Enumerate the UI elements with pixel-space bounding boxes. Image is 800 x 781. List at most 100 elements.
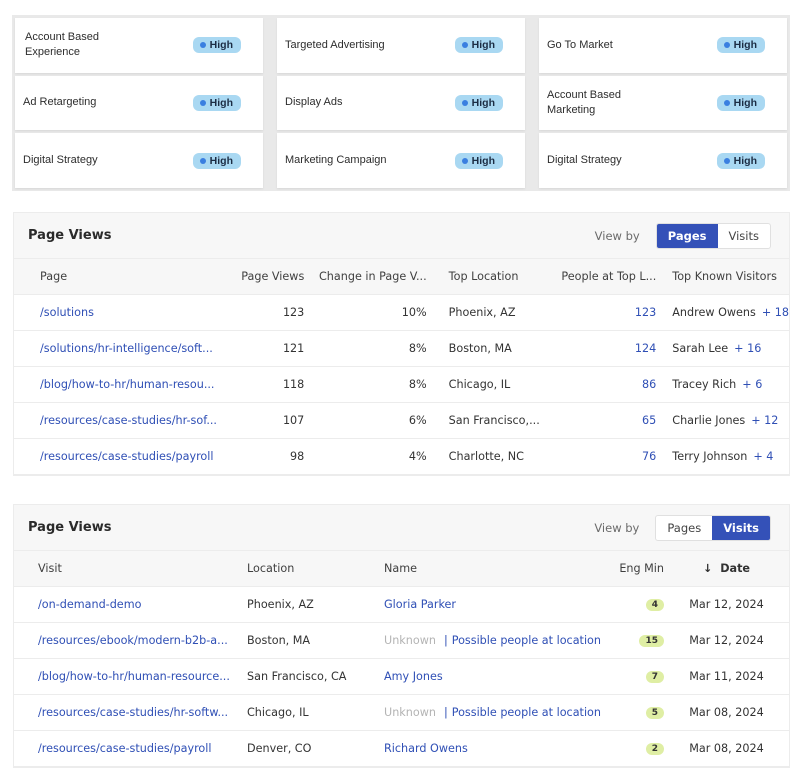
col-change[interactable]: Change in Page V... xyxy=(304,259,431,295)
people-count-link[interactable]: 76 xyxy=(642,450,656,463)
tag-card[interactable]: Digital Strategy High xyxy=(15,133,263,188)
tag-card[interactable]: Account Based Experience High xyxy=(15,18,263,73)
person-name-link[interactable]: Amy Jones xyxy=(384,670,443,683)
col-page-views[interactable]: Page Views xyxy=(216,259,305,295)
col-date-label: Date xyxy=(720,561,751,575)
separator: | xyxy=(443,633,448,647)
tag-card[interactable]: Account Based Marketing High xyxy=(539,75,787,131)
table-row[interactable]: /resources/case-studies/hr-sof... 107 6% Sa… xyxy=(14,402,789,439)
tag-label: Marketing Campaign xyxy=(285,154,387,167)
change-value: 8% xyxy=(304,366,431,403)
table-row[interactable]: /resources/case-studies/hr-softw... Chica… xyxy=(14,694,789,731)
panel-header: Page Views View by Pages Visits xyxy=(14,505,789,551)
panel-title: Page Views xyxy=(28,228,112,243)
eng-min-badge: 5 xyxy=(645,707,664,719)
view-visits-button[interactable]: Visits xyxy=(712,515,770,540)
page-link[interactable]: /solutions/hr-intelligence/soft... xyxy=(40,342,213,355)
view-by-control: View by Pages Visits xyxy=(594,514,771,541)
view-toggle: Pages Visits xyxy=(655,514,771,541)
page-views-value: 107 xyxy=(216,402,305,439)
visit-date: Mar 12, 2024 xyxy=(664,622,789,659)
priority-label: High xyxy=(209,154,233,167)
table-row[interactable]: /on-demand-demo Phoenix, AZ Gloria Parker 4… xyxy=(14,586,789,623)
view-by-control: View by Pages Visits xyxy=(595,222,771,249)
priority-badge: High xyxy=(192,37,241,54)
visit-link[interactable]: /resources/ebook/modern-b2b-a... xyxy=(38,634,228,647)
priority-label: High xyxy=(209,39,233,52)
visit-link[interactable]: /resources/case-studies/hr-softw... xyxy=(38,706,228,719)
tag-card[interactable]: Ad Retargeting High xyxy=(15,75,263,131)
more-visitors-link[interactable]: + 12 xyxy=(751,414,778,427)
visit-location: Phoenix, AZ xyxy=(247,586,384,623)
priority-badge: High xyxy=(192,152,241,169)
table-row[interactable]: /resources/case-studies/payroll Denver, C… xyxy=(14,730,789,767)
table-row[interactable]: /resources/ebook/modern-b2b-a... Boston, … xyxy=(14,622,789,659)
possible-people-link[interactable]: Possible people at location xyxy=(452,634,601,647)
top-visitor-name: Sarah Lee xyxy=(672,341,729,355)
eng-min-badge: 15 xyxy=(639,635,664,647)
people-count-link[interactable]: 65 xyxy=(642,414,656,427)
table-row[interactable]: /blog/how-to-hr/human-resou... 118 8% Chica… xyxy=(14,366,789,403)
col-people-top-location[interactable]: People at Top L... xyxy=(549,259,657,295)
priority-label: High xyxy=(209,96,233,109)
col-top-location[interactable]: Top Location xyxy=(430,259,550,295)
visit-link[interactable]: /on-demand-demo xyxy=(38,598,141,611)
visit-location: Chicago, IL xyxy=(247,694,384,731)
page-link[interactable]: /blog/how-to-hr/human-resou... xyxy=(40,378,214,391)
more-visitors-link[interactable]: + 6 xyxy=(742,378,762,391)
possible-people-link[interactable]: Possible people at location xyxy=(452,706,601,719)
status-dot-icon xyxy=(723,99,730,106)
visit-link[interactable]: /resources/case-studies/payroll xyxy=(38,742,212,755)
table-row[interactable]: /solutions 123 10% Phoenix, AZ 123 Andrew Owe… xyxy=(14,294,789,331)
people-count-link[interactable]: 124 xyxy=(635,342,656,355)
more-visitors-link[interactable]: + 18 xyxy=(762,306,789,319)
priority-label: High xyxy=(471,39,495,52)
table-row[interactable]: /solutions/hr-intelligence/soft... 121 8% B… xyxy=(14,330,789,367)
visit-date: Mar 08, 2024 xyxy=(664,730,789,767)
tag-card[interactable]: Targeted Advertising High xyxy=(277,18,525,73)
visits-table: Visit Location Name Eng Min ↓ Date /on-d… xyxy=(14,551,789,767)
view-pages-button[interactable]: Pages xyxy=(656,223,718,248)
priority-badge: High xyxy=(716,37,765,54)
page-link[interactable]: /resources/case-studies/payroll xyxy=(40,450,214,463)
page-views-visits-panel: Page Views View by Pages Visits Visit Lo… xyxy=(13,504,790,768)
page-link[interactable]: /resources/case-studies/hr-sof... xyxy=(40,414,217,427)
tag-card[interactable]: Go To Market High xyxy=(539,18,787,73)
eng-min-badge: 7 xyxy=(645,671,664,683)
unknown-name: Unknown xyxy=(384,705,436,719)
col-page[interactable]: Page xyxy=(14,259,217,295)
tag-card[interactable]: Marketing Campaign High xyxy=(277,133,525,188)
top-location: San Francisco,... xyxy=(430,402,550,439)
status-dot-icon xyxy=(461,157,468,164)
pages-table: Page Page Views Change in Page V... Top … xyxy=(14,259,789,475)
tag-card[interactable]: Display Ads High xyxy=(277,75,525,131)
col-name[interactable]: Name xyxy=(384,551,604,587)
col-date[interactable]: ↓ Date xyxy=(664,551,789,587)
status-dot-icon xyxy=(723,42,730,49)
col-eng-min[interactable]: Eng Min xyxy=(604,551,664,587)
people-count-link[interactable]: 86 xyxy=(642,378,656,391)
page-link[interactable]: /solutions xyxy=(40,306,94,319)
table-row[interactable]: /blog/how-to-hr/human-resource... San Fra… xyxy=(14,658,789,695)
person-name-link[interactable]: Gloria Parker xyxy=(384,598,456,611)
status-dot-icon xyxy=(199,99,206,106)
top-visitor-name: Charlie Jones xyxy=(672,413,746,427)
tag-card[interactable]: Digital Strategy High xyxy=(539,133,787,188)
col-location[interactable]: Location xyxy=(247,551,384,587)
people-count-link[interactable]: 123 xyxy=(635,306,656,319)
table-row[interactable]: /resources/case-studies/payroll 98 4% Charl… xyxy=(14,438,789,475)
visit-link[interactable]: /blog/how-to-hr/human-resource... xyxy=(38,670,230,683)
tag-label: Go To Market xyxy=(547,38,613,51)
sort-down-icon: ↓ xyxy=(702,561,713,575)
person-name-link[interactable]: Richard Owens xyxy=(384,742,468,755)
col-top-known-visitors[interactable]: Top Known Visitors xyxy=(656,259,789,295)
more-visitors-link[interactable]: + 4 xyxy=(753,450,773,463)
visit-date: Mar 12, 2024 xyxy=(664,586,789,623)
col-visit[interactable]: Visit xyxy=(14,551,247,587)
view-pages-button[interactable]: Pages xyxy=(656,516,712,540)
priority-label: High xyxy=(733,39,757,52)
more-visitors-link[interactable]: + 16 xyxy=(734,342,761,355)
page-views-value: 98 xyxy=(216,438,305,475)
view-visits-button[interactable]: Visits xyxy=(718,224,770,248)
page-views-value: 118 xyxy=(216,366,305,403)
